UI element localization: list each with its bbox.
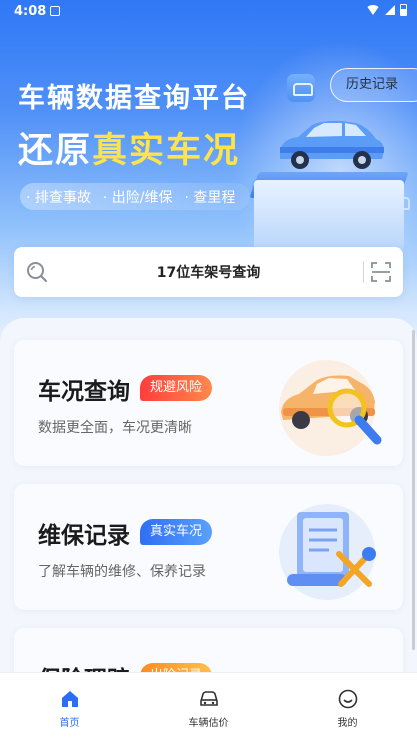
hero-slogan-prefix: 还原 — [18, 131, 93, 171]
tab-label: 车辆估价 — [188, 718, 229, 729]
car-icon — [199, 691, 218, 706]
card-subtitle: 了解车辆的维修、保养记录 — [38, 564, 206, 580]
status-bar: 4:08 — [0, 0, 417, 24]
card-subtitle: 数据更全面，车况更清晰 — [38, 420, 192, 436]
tab-valuation[interactable]: 车辆估价 — [139, 673, 278, 741]
tab-label: 首页 — [59, 718, 80, 729]
hero-title: 车辆数据查询平台 — [18, 83, 250, 114]
car-inspection-icon — [279, 360, 382, 456]
card-vehicle-condition[interactable]: 车况查询 规避风险 数据更全面，车况更清晰 — [14, 340, 403, 466]
tab-profile[interactable]: 我的 — [278, 673, 417, 741]
scrollbar[interactable] — [412, 330, 415, 650]
battery-icon — [400, 4, 407, 16]
feature-chip: · 查里程 — [184, 189, 236, 206]
notification-icon — [50, 6, 60, 16]
hero-banner: 4:08 车辆数据查询平台 还原真实车况 · 排查事故 · 出险/维保 · 查里… — [0, 0, 417, 360]
feature-chip: · 出险/维保 — [102, 189, 173, 206]
platform-graphic — [254, 180, 404, 250]
vin-search-bar[interactable]: 17位车架号查询 — [14, 247, 403, 297]
card-title: 维保记录 — [38, 523, 130, 549]
car-tag-icon — [287, 74, 315, 102]
scan-icon[interactable] — [371, 262, 391, 282]
maintenance-tools-icon — [279, 504, 376, 600]
history-button[interactable]: 历史记录 — [330, 68, 417, 102]
feature-chips: · 排查事故 · 出险/维保 · 查里程 — [20, 183, 250, 210]
smile-icon — [338, 689, 357, 709]
home-icon — [61, 691, 78, 707]
status-time: 4:08 — [14, 4, 47, 19]
feature-chip: · 排查事故 — [26, 189, 91, 206]
tab-label: 我的 — [337, 718, 358, 729]
card-badge: 规避风险 — [140, 375, 213, 401]
system-icons — [366, 4, 407, 16]
tab-home[interactable]: 首页 — [0, 673, 139, 741]
card-maintenance-records[interactable]: 维保记录 真实车况 了解车辆的维修、保养记录 — [14, 484, 403, 610]
hero-car-illustration — [280, 120, 384, 169]
signal-icon — [385, 5, 395, 15]
hero-slogan: 还原真实车况 — [18, 122, 240, 173]
card-badge: 真实车况 — [140, 519, 213, 545]
search-divider — [363, 261, 364, 283]
card-title: 车况查询 — [38, 379, 130, 405]
hero-slogan-highlight: 真实车况 — [92, 131, 241, 171]
bottom-tab-bar: 首页 车辆估价 我的 — [0, 672, 417, 741]
wifi-icon — [366, 5, 380, 15]
search-input[interactable]: 17位车架号查询 — [14, 262, 403, 282]
